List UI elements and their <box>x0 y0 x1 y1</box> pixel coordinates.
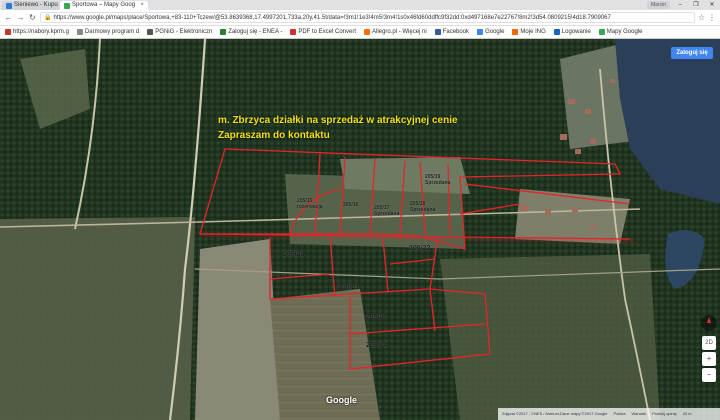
satellite-map[interactable]: 205/15 rezerwacja 205/16 205/17 Sprzedana … <box>0 39 720 420</box>
forward-arrow-icon[interactable]: → <box>16 13 25 22</box>
country-label: Polska <box>613 411 626 416</box>
bookmark-item[interactable]: PGNiG - Elektroniczn <box>144 29 215 35</box>
bookmarks-bar: https://nabory.kprm.g Darmowy program d … <box>0 26 720 39</box>
map-footer: Zdjęcia ©2017 , CNES / Astrium,Dane mapy… <box>498 408 720 420</box>
parcel-label-205-16: 205/16 <box>343 202 358 208</box>
parcel-label-205-15: 205/15 rezerwacja <box>297 198 323 210</box>
parcel-label-205-19: 205/19 Sprzedana <box>425 174 450 186</box>
bookmark-item[interactable]: PDF to Excel Convert <box>287 29 359 35</box>
minimize-button[interactable]: – <box>672 0 688 10</box>
bookmark-favicon-icon <box>553 29 560 35</box>
compass-icon[interactable] <box>701 315 717 331</box>
bookmark-item[interactable]: Mapy Google <box>596 29 646 35</box>
tab-favicon-icon <box>6 2 12 9</box>
bookmark-favicon-icon <box>598 29 605 35</box>
bookmark-item[interactable]: Allegro.pl - Więcej ni <box>361 29 430 35</box>
bookmark-label: Allegro.pl - Więcej ni <box>372 29 427 35</box>
terms-link[interactable]: Warunki <box>632 408 647 420</box>
tab-sieniewo[interactable]: Sieniewo - Kupu × <box>2 1 60 10</box>
sale-headline: m. Zbrzyca działki na sprzedaż w atrakcy… <box>218 115 458 126</box>
tab-label: Sportowa – Mapy Goog <box>72 2 136 8</box>
parcel-label-205-24: 205/24 <box>366 342 388 349</box>
bookmark-label: Mapy Google <box>606 29 643 35</box>
bookmark-favicon-icon <box>434 29 441 35</box>
bookmark-label: Darmowy program d <box>84 29 140 35</box>
parcel-label-205-22: 205/22 <box>409 245 431 252</box>
sign-in-button[interactable]: Zaloguj się <box>671 47 713 59</box>
bookmark-favicon-icon <box>147 29 154 35</box>
reload-icon[interactable]: ↻ <box>28 13 37 22</box>
back-arrow-icon[interactable]: ← <box>4 13 13 22</box>
close-window-button[interactable]: ✕ <box>704 0 720 10</box>
parcel-status: Sprzedana <box>410 207 436 213</box>
parcel-status: rezerwacja <box>297 204 323 210</box>
bookmark-label: PGNiG - Elektroniczn <box>155 29 213 35</box>
scale-label: 20 m <box>682 411 692 416</box>
parcel-label-205-20: 205/20 <box>283 251 305 258</box>
bookmark-favicon-icon <box>364 29 371 35</box>
bookmark-item[interactable]: Facebook <box>432 29 472 35</box>
parcel-label-205-21: 205/21 <box>338 284 360 291</box>
bookmark-label: https://nabory.kprm.g <box>13 29 69 35</box>
maximize-button[interactable]: ❐ <box>688 0 704 10</box>
contact-headline: Zapraszam do kontaktu <box>218 130 330 141</box>
bookmark-favicon-icon <box>512 29 519 35</box>
bookmark-favicon-icon <box>477 29 484 35</box>
parcel-label-205-18: 205/18 Sprzedana <box>410 201 435 213</box>
parcel-label-205-17: 205/17 Sprzedana <box>374 205 399 217</box>
bookmark-label: Logowanie <box>561 29 591 35</box>
close-tab-icon[interactable]: × <box>140 1 144 10</box>
address-toolbar: ← → ↻ 🔒 https://www.google.pl/maps/place… <box>0 10 720 26</box>
bookmark-item[interactable]: Google <box>474 29 507 35</box>
tilt-2d-button[interactable]: 2D <box>702 336 716 350</box>
bookmark-item[interactable]: https://nabory.kprm.g <box>2 29 72 35</box>
bookmark-favicon-icon <box>220 29 227 35</box>
bookmark-label: Moje ING <box>520 29 546 35</box>
tab-label: Sieniewo - Kupu <box>14 2 58 8</box>
feedback-link[interactable]: Prześlij opinię <box>652 408 677 420</box>
zoom-in-button[interactable]: + <box>702 352 716 366</box>
bookmark-favicon-icon <box>5 29 11 35</box>
browser-menu-icon[interactable]: ⋮ <box>708 13 716 22</box>
parcel-id: 205/16 <box>343 202 359 208</box>
bookmark-item[interactable]: Zaloguj się - ENEA - <box>217 29 285 35</box>
bookmark-item[interactable]: Logowanie <box>551 29 594 35</box>
address-url: https://www.google.pl/maps/place/Sportow… <box>53 14 611 21</box>
parcel-status: Sprzedana <box>374 211 400 217</box>
profile-chip[interactable]: Marcin <box>646 1 670 9</box>
browser-window: Sieniewo - Kupu × Sportowa – Mapy Goog ×… <box>0 0 720 420</box>
bookmark-label: Facebook <box>442 29 470 35</box>
google-logo: Google <box>326 395 357 405</box>
parcel-status: Sprzedana <box>425 180 451 186</box>
tab-google-maps[interactable]: Sportowa – Mapy Goog × <box>60 1 148 10</box>
zoom-out-button[interactable]: − <box>702 368 716 382</box>
bookmark-item[interactable]: Moje ING <box>509 29 548 35</box>
bookmark-item[interactable]: Darmowy program d <box>74 29 142 35</box>
tab-bar: Sieniewo - Kupu × Sportowa – Mapy Goog × <box>0 0 720 10</box>
parcel-label-205-23: 205/23 <box>366 314 388 321</box>
bookmark-star-icon[interactable]: ☆ <box>698 13 705 22</box>
lock-icon: 🔒 <box>44 14 52 21</box>
bookmark-label: Zaloguj się - ENEA - <box>228 29 283 35</box>
bookmark-favicon-icon <box>290 29 297 35</box>
maps-favicon-icon <box>64 2 70 9</box>
bookmark-label: PDF to Excel Convert <box>298 29 357 35</box>
bookmark-label: Google <box>485 29 505 35</box>
satellite-imagery <box>0 39 720 420</box>
address-bar[interactable]: 🔒 https://www.google.pl/maps/place/Sport… <box>40 12 695 23</box>
window-controls: – ❐ ✕ <box>672 0 720 10</box>
imagery-attribution: Zdjęcia ©2017 , CNES / Astrium,Dane mapy… <box>502 411 608 416</box>
bookmark-favicon-icon <box>76 29 83 35</box>
